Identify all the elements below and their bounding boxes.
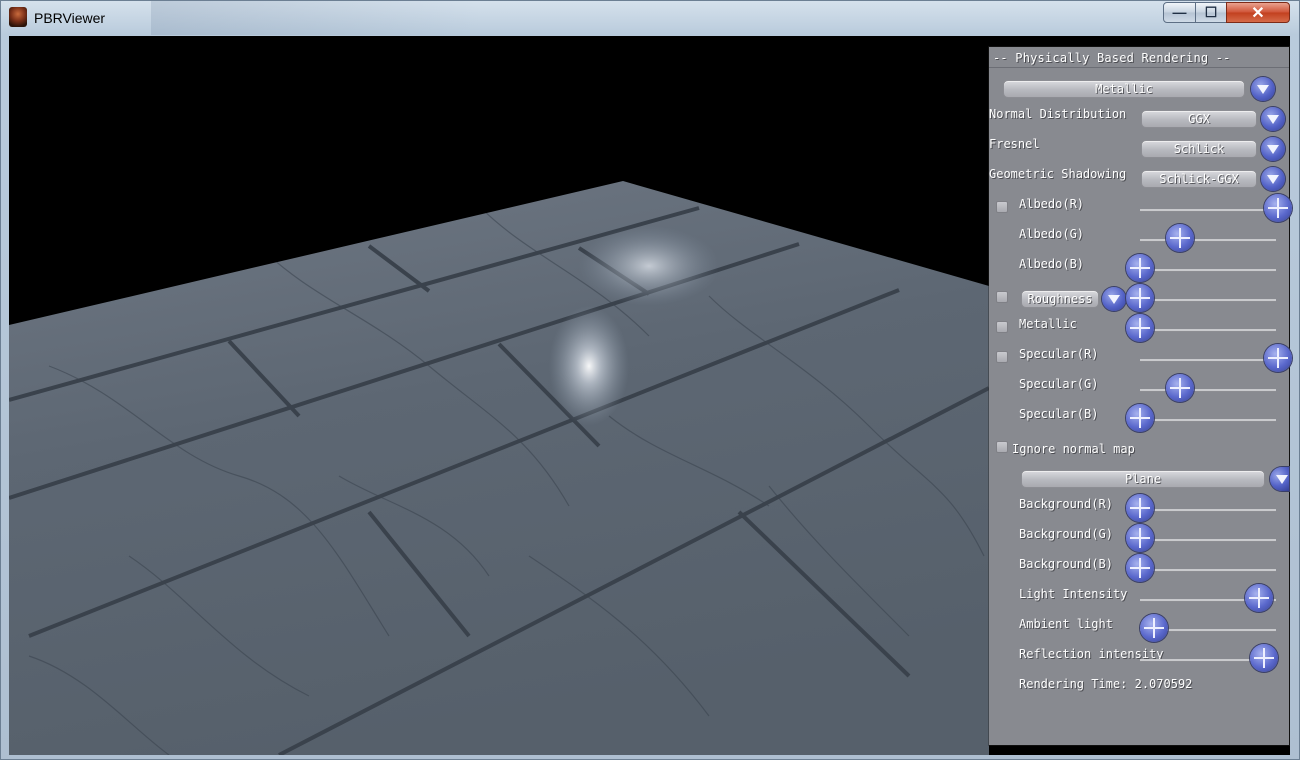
workflow-dropdown[interactable]: Metallic bbox=[1003, 80, 1245, 98]
specular-b-slider-track[interactable] bbox=[1140, 419, 1276, 421]
minimize-button[interactable]: — bbox=[1163, 2, 1196, 23]
albedo-r-checkbox[interactable] bbox=[996, 201, 1008, 213]
specular-b-label: Specular(B) bbox=[1019, 407, 1099, 421]
specular-r-slider-track[interactable] bbox=[1140, 359, 1276, 361]
maximize-icon: ☐ bbox=[1204, 4, 1218, 20]
light-intensity-label: Light Intensity bbox=[1019, 587, 1128, 601]
metallic-checkbox[interactable] bbox=[996, 321, 1008, 333]
minimize-icon: — bbox=[1172, 4, 1187, 20]
mesh-dropdown-arrow-icon[interactable] bbox=[1270, 467, 1289, 491]
workflow-dropdown-arrow-icon[interactable] bbox=[1251, 77, 1275, 101]
roughness-checkbox[interactable] bbox=[996, 291, 1008, 303]
background-g-slider-track[interactable] bbox=[1140, 539, 1276, 541]
roughness-value: Roughness bbox=[1027, 292, 1093, 306]
window-title: PBRViewer bbox=[34, 10, 106, 26]
albedo-r-slider-track[interactable] bbox=[1140, 209, 1276, 211]
background-r-label: Background(R) bbox=[1019, 497, 1113, 511]
background-b-slider-knob[interactable] bbox=[1126, 554, 1154, 582]
specular-r-checkbox[interactable] bbox=[996, 351, 1008, 363]
albedo-b-slider-track[interactable] bbox=[1140, 269, 1276, 271]
metallic-slider-knob[interactable] bbox=[1126, 314, 1154, 342]
rendering-time-readout: Rendering Time: 2.070592 bbox=[1019, 677, 1193, 691]
roughness-slider-track[interactable] bbox=[1140, 299, 1276, 301]
specular-r-label: Specular(R) bbox=[1019, 347, 1099, 361]
albedo-r-label: Albedo(R) bbox=[1019, 197, 1085, 211]
albedo-r-slider-knob[interactable] bbox=[1264, 194, 1292, 222]
title-bar[interactable]: PBRViewer — ☐ ✕ bbox=[1, 1, 1299, 35]
fresnel-arrow-icon[interactable] bbox=[1261, 137, 1285, 161]
light-intensity-slider-knob[interactable] bbox=[1244, 584, 1273, 612]
background-g-label: Background(G) bbox=[1019, 527, 1113, 541]
ignore-normal-map-checkbox[interactable] bbox=[996, 441, 1008, 453]
panel-title: -- Physically Based Rendering -- bbox=[993, 51, 1231, 65]
marble-plane bbox=[9, 181, 989, 755]
background-r-slider-track[interactable] bbox=[1140, 509, 1276, 511]
specular-g-slider-knob[interactable] bbox=[1166, 374, 1195, 402]
roughness-dropdown[interactable]: Roughness bbox=[1021, 290, 1099, 308]
panel-title-divider bbox=[989, 67, 1289, 68]
albedo-g-label: Albedo(G) bbox=[1019, 227, 1085, 241]
albedo-b-slider-knob[interactable] bbox=[1126, 254, 1154, 282]
background-b-slider-track[interactable] bbox=[1140, 569, 1276, 571]
ambient-light-slider-knob[interactable] bbox=[1139, 614, 1168, 642]
normal-distribution-dropdown[interactable]: GGX bbox=[1141, 110, 1257, 128]
roughness-slider-knob[interactable] bbox=[1126, 284, 1154, 312]
albedo-g-slider-knob[interactable] bbox=[1166, 224, 1195, 252]
specular-r-slider-knob[interactable] bbox=[1264, 344, 1292, 372]
specular-g-slider-track[interactable] bbox=[1140, 389, 1276, 391]
geometric-shadowing-value: Schlick-GGX bbox=[1159, 172, 1239, 186]
background-b-label: Background(B) bbox=[1019, 557, 1113, 571]
metallic-label: Metallic bbox=[1019, 317, 1077, 331]
close-button[interactable]: ✕ bbox=[1226, 2, 1290, 23]
specular-g-label: Specular(G) bbox=[1019, 377, 1099, 391]
geometric-shadowing-arrow-icon[interactable] bbox=[1261, 167, 1285, 191]
normal-distribution-value: GGX bbox=[1188, 112, 1210, 126]
normal-distribution-label: Normal Distribution bbox=[989, 107, 1127, 121]
reflection-intensity-slider-knob[interactable] bbox=[1250, 644, 1279, 672]
mesh-dropdown[interactable]: Plane bbox=[1021, 470, 1265, 488]
metallic-slider-track[interactable] bbox=[1140, 329, 1276, 331]
title-bar-background bbox=[151, 1, 481, 35]
background-g-slider-knob[interactable] bbox=[1126, 524, 1154, 552]
pbr-control-panel: -- Physically Based Rendering -- Metalli… bbox=[989, 47, 1292, 745]
geometric-shadowing-label: Geometric Shadowing bbox=[989, 167, 1127, 181]
specular-b-slider-knob[interactable] bbox=[1126, 404, 1154, 432]
roughness-dropdown-arrow-icon[interactable] bbox=[1102, 287, 1126, 311]
fresnel-dropdown[interactable]: Schlick bbox=[1141, 140, 1257, 158]
mesh-value: Plane bbox=[1124, 472, 1162, 486]
maximize-button[interactable]: ☐ bbox=[1195, 2, 1227, 23]
background-r-slider-knob[interactable] bbox=[1126, 494, 1154, 522]
albedo-g-slider-track[interactable] bbox=[1140, 239, 1276, 241]
geometric-shadowing-dropdown[interactable]: Schlick-GGX bbox=[1141, 170, 1257, 188]
normal-distribution-arrow-icon[interactable] bbox=[1261, 107, 1285, 131]
workflow-value: Metallic bbox=[1095, 82, 1153, 96]
app-window: PBRViewer — ☐ ✕ -- Physically Based Rend… bbox=[0, 0, 1300, 760]
specular-highlight bbox=[549, 306, 629, 426]
specular-highlight-soft bbox=[579, 226, 719, 306]
ignore-normal-map-label: Ignore normal map bbox=[1012, 442, 1135, 456]
fresnel-label: Fresnel bbox=[989, 137, 1040, 151]
app-icon[interactable] bbox=[9, 7, 27, 27]
close-icon: ✕ bbox=[1251, 5, 1265, 22]
ambient-light-label: Ambient light bbox=[1019, 617, 1113, 631]
albedo-b-label: Albedo(B) bbox=[1019, 257, 1085, 271]
fresnel-value: Schlick bbox=[1173, 142, 1225, 156]
